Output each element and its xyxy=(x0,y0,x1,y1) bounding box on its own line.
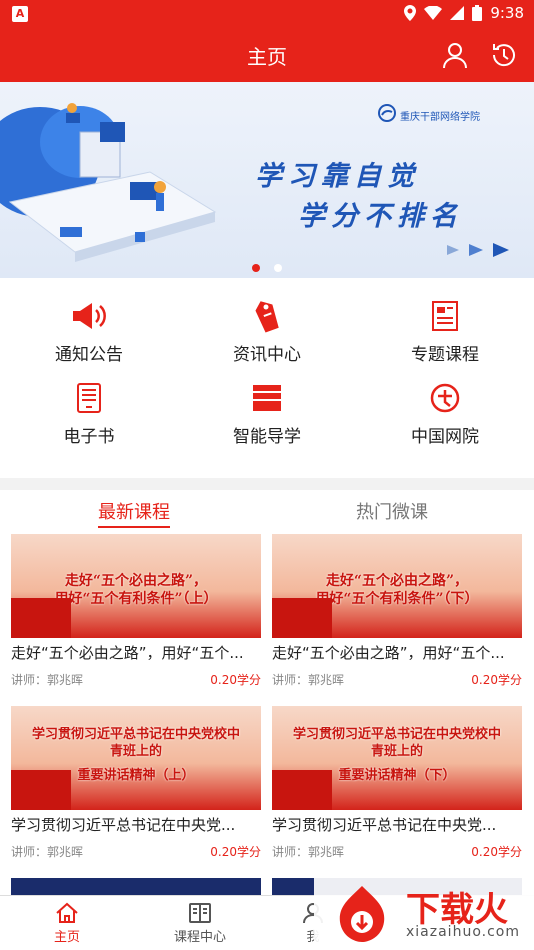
course-card[interactable]: 学习贯彻习近平总书记在中央党校中青班上的 重要讲话精神（下） 学习贯彻习近平总书… xyxy=(272,706,522,860)
books-icon xyxy=(247,380,287,416)
flag-decoration xyxy=(272,598,332,638)
menu-item-topic-course[interactable]: 专题课程 xyxy=(356,298,534,380)
history-clock-icon[interactable] xyxy=(489,40,519,70)
course-credit: 0.20学分 xyxy=(471,845,522,859)
document-icon xyxy=(425,298,465,334)
nav-course-center[interactable]: 课程中心 xyxy=(160,902,240,945)
location-icon xyxy=(404,5,417,21)
course-title: 学习贯彻习近平总书记在中央党... xyxy=(11,816,236,834)
school-logo-icon xyxy=(378,104,396,122)
carousel-indicator xyxy=(0,264,534,272)
flag-decoration xyxy=(272,770,332,810)
china-net-icon xyxy=(425,380,465,416)
menu-item-smart-guide[interactable]: 智能导学 xyxy=(178,380,356,462)
tab-hot-micro-courses[interactable]: 热门微课 xyxy=(356,498,428,524)
open-book-icon xyxy=(160,902,240,924)
banner-slogan-line2: 学分不排名 xyxy=(298,201,463,232)
menu-item-china-net[interactable]: 中国网院 xyxy=(356,380,534,462)
watermark-url: xiazaihuo.com xyxy=(406,924,520,940)
thumb-title-line1: 学习贯彻习近平总书记在中央党校中青班上的 xyxy=(292,727,501,759)
thumb-title-line1: 学习贯彻习近平总书记在中央党校中青班上的 xyxy=(31,727,240,759)
tab-latest-courses[interactable]: 最新课程 xyxy=(98,498,170,528)
flag-decoration xyxy=(11,770,71,810)
course-credit: 0.20学分 xyxy=(210,673,261,687)
user-icon[interactable] xyxy=(440,40,470,70)
menu-item-news[interactable]: 资讯中心 xyxy=(178,298,356,380)
menu-label-notice: 通知公告 xyxy=(55,345,123,365)
watermark-overlay: 下载火 xiazaihuo.com xyxy=(314,878,534,950)
wifi-icon xyxy=(424,6,443,20)
menu-item-ebook[interactable]: 电子书 xyxy=(0,380,178,462)
course-teacher: 讲师：郭兆晖 xyxy=(11,845,84,859)
course-thumbnail: 走好“五个必由之路”， 用好“五个有利条件”（上） xyxy=(11,534,261,638)
course-credit: 0.20学分 xyxy=(210,845,261,859)
signal-icon xyxy=(450,6,465,20)
course-title: 走好“五个必由之路”，用好“五个... xyxy=(11,644,244,662)
banner-carousel[interactable]: 重庆干部网络学院 学习靠自觉 学分不排名 xyxy=(0,82,534,278)
ebook-icon xyxy=(69,380,109,416)
home-icon xyxy=(27,902,107,924)
nav-home[interactable]: 主页 xyxy=(27,902,107,945)
course-card[interactable]: 学习贯彻习近平总书记在中央党校中青班上的 重要讲话精神（上） 学习贯彻习近平总书… xyxy=(11,706,261,860)
school-name: 重庆干部网络学院 xyxy=(400,112,480,123)
course-thumbnail: 走好“五个必由之路”， 用好“五个有利条件”（下） xyxy=(272,534,522,638)
course-list: 走好“五个必由之路”， 用好“五个有利条件”（上） 走好“五个必由之路”，用好“… xyxy=(0,530,534,896)
app-header: 主页 xyxy=(0,28,534,82)
menu-item-notice[interactable]: 通知公告 xyxy=(0,298,178,380)
course-card[interactable]: 走好“五个必由之路”， 用好“五个有利条件”（上） 走好“五个必由之路”，用好“… xyxy=(11,534,261,688)
banner-arrows-icon xyxy=(447,243,509,257)
status-icons: 9:38 xyxy=(404,4,524,22)
menu-label-china-net: 中国网院 xyxy=(411,427,479,447)
nav-label-home: 主页 xyxy=(53,930,80,945)
menu-label-smart-guide: 智能导学 xyxy=(233,427,301,447)
status-bar: A 9:38 xyxy=(0,0,534,28)
course-card-partial[interactable] xyxy=(11,878,261,896)
course-teacher: 讲师：郭兆晖 xyxy=(11,673,84,687)
megaphone-icon xyxy=(69,298,109,334)
banner-slogan-line1: 学习靠自觉 xyxy=(255,161,420,192)
tag-icon xyxy=(247,298,287,334)
course-teacher: 讲师：郭兆晖 xyxy=(272,673,345,687)
function-menu: 通知公告 资讯中心 专题课程 电子书 智能导学 中国网院 xyxy=(0,278,534,478)
thumb-title-line1: 走好“五个必由之路”， xyxy=(64,573,208,589)
menu-label-news: 资讯中心 xyxy=(233,345,301,365)
course-credit: 0.20学分 xyxy=(471,673,522,687)
course-thumbnail: 学习贯彻习近平总书记在中央党校中青班上的 重要讲话精神（上） xyxy=(11,706,261,810)
menu-label-topic-course: 专题课程 xyxy=(411,345,479,365)
course-thumbnail: 学习贯彻习近平总书记在中央党校中青班上的 重要讲话精神（下） xyxy=(272,706,522,810)
app-notification-icon: A xyxy=(12,6,28,22)
status-time: 9:38 xyxy=(490,4,524,22)
nav-label-course-center: 课程中心 xyxy=(173,930,226,945)
banner-illustration xyxy=(0,103,217,262)
course-title: 走好“五个必由之路”，用好“五个... xyxy=(272,644,505,662)
carousel-dot-1[interactable] xyxy=(252,264,260,272)
course-card[interactable]: 走好“五个必由之路”， 用好“五个有利条件”（下） 走好“五个必由之路”，用好“… xyxy=(272,534,522,688)
battery-icon xyxy=(472,5,483,21)
course-tabs: 最新课程 热门微课 xyxy=(0,490,534,530)
course-teacher: 讲师：郭兆晖 xyxy=(272,845,345,859)
thumb-title-line1: 走好“五个必由之路”， xyxy=(325,573,469,589)
watermark-logo-icon xyxy=(339,886,385,942)
course-title: 学习贯彻习近平总书记在中央党... xyxy=(272,816,497,834)
flag-decoration xyxy=(11,598,71,638)
menu-label-ebook: 电子书 xyxy=(63,427,115,447)
carousel-dot-2[interactable] xyxy=(274,264,282,272)
